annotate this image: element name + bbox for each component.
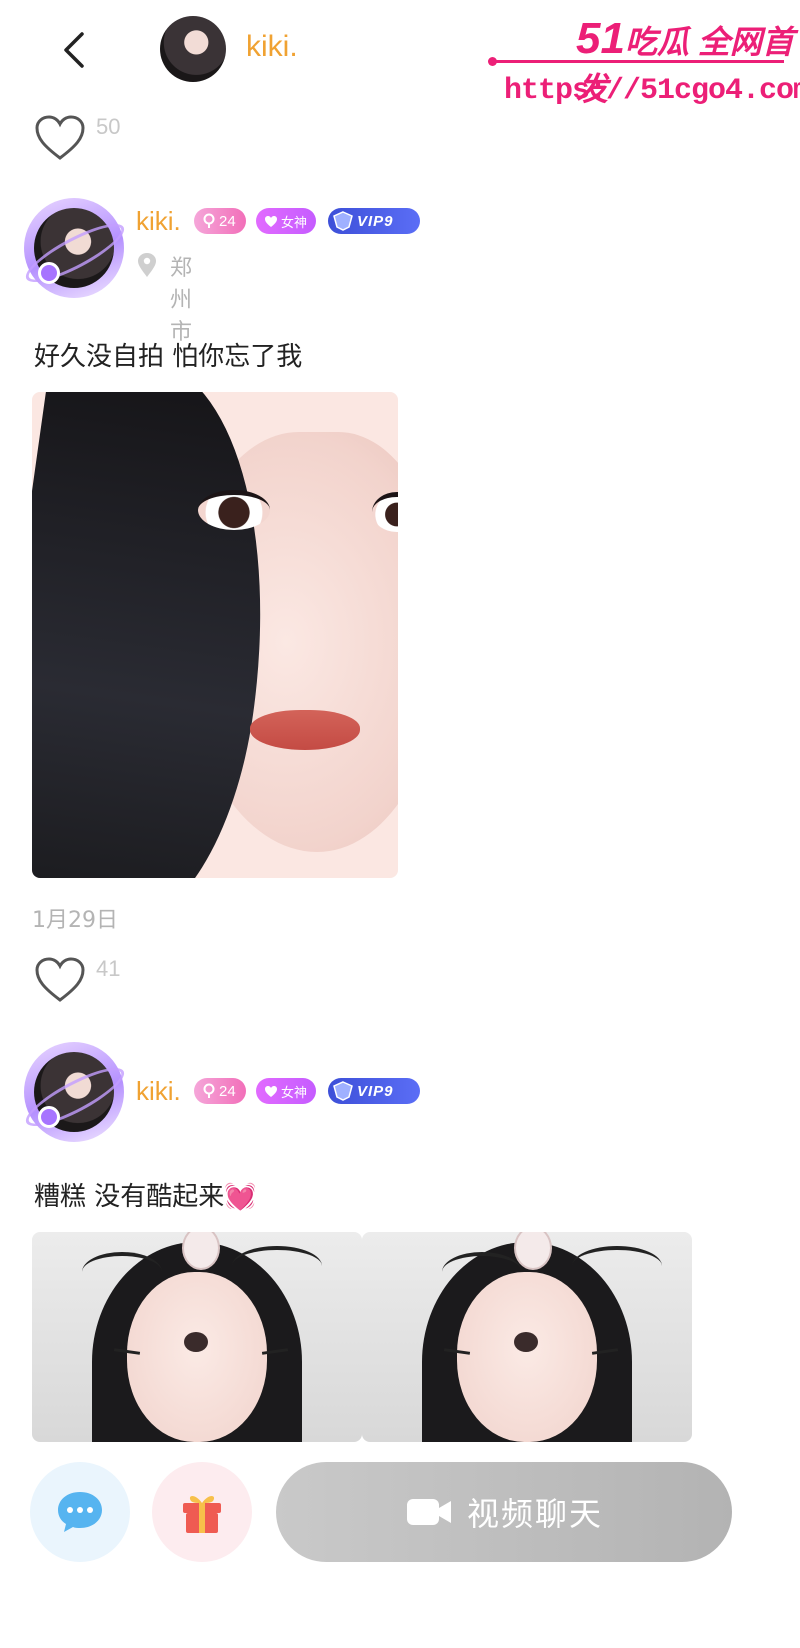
female-icon xyxy=(203,213,215,228)
age-value: 24 xyxy=(219,212,236,230)
post-header: kiki. 24 女神 VIP9 郑州市 xyxy=(0,194,800,345)
photo-eye xyxy=(198,490,270,530)
heart-badge-icon xyxy=(265,1085,277,1097)
heart-badge-icon xyxy=(265,215,277,227)
location-pin-icon xyxy=(138,253,156,277)
post-header: kiki. 24 女神 VIP9 xyxy=(0,1038,800,1148)
sticker-doodle xyxy=(232,1246,322,1286)
header-username[interactable]: kiki. xyxy=(246,30,298,64)
heart-icon[interactable] xyxy=(34,114,86,162)
header-avatar[interactable] xyxy=(160,16,226,82)
avatar-planet xyxy=(38,262,60,284)
heart-icon[interactable] xyxy=(34,956,86,1004)
sticker-nose xyxy=(514,1332,538,1352)
female-icon xyxy=(203,1083,215,1098)
vip-badge: VIP9 xyxy=(328,1078,420,1104)
sticker-doodle xyxy=(572,1246,662,1286)
photo-face xyxy=(457,1272,597,1442)
location-city: 郑州市 xyxy=(170,256,193,345)
sticker-nose xyxy=(184,1332,208,1352)
post-photo[interactable] xyxy=(32,392,398,878)
like-count: 50 xyxy=(96,114,121,139)
sticker-doodle xyxy=(82,1252,162,1292)
photo-face xyxy=(127,1272,267,1442)
vip-badge: VIP9 xyxy=(328,208,420,234)
author-name[interactable]: kiki. xyxy=(136,206,181,237)
age-badge: 24 xyxy=(194,208,246,234)
avatar[interactable] xyxy=(19,194,131,304)
like-count: 41 xyxy=(96,956,121,981)
gift-icon xyxy=(183,1496,221,1533)
watermark-number: 51 xyxy=(576,14,625,63)
back-button[interactable] xyxy=(56,28,96,72)
watermark-url: https://51cgo4.com xyxy=(504,74,800,108)
vip-label: VIP9 xyxy=(357,1082,394,1100)
author-name[interactable]: kiki. xyxy=(136,1076,181,1107)
chat-button[interactable] xyxy=(30,1462,130,1562)
vip-label: VIP9 xyxy=(357,212,394,230)
video-chat-button[interactable]: 视频聊天 xyxy=(276,1462,732,1562)
goddess-badge: 女神 xyxy=(256,208,316,234)
photo-lips xyxy=(250,710,360,750)
sticker-doodle xyxy=(442,1252,522,1292)
goddess-label: 女神 xyxy=(281,1084,308,1100)
post-photo[interactable] xyxy=(362,1232,692,1442)
post-photo[interactable] xyxy=(32,1232,362,1442)
avatar-planet xyxy=(38,1106,60,1128)
video-chat-label: 视频聊天 xyxy=(466,1495,603,1533)
vip-shield-icon xyxy=(333,211,353,231)
video-camera-icon xyxy=(406,1499,451,1525)
vip-shield-icon xyxy=(333,1081,353,1101)
gift-button[interactable] xyxy=(152,1462,252,1562)
goddess-badge: 女神 xyxy=(256,1078,316,1104)
chat-bubble-icon xyxy=(58,1492,102,1532)
post-text: 好久没自拍 怕你忘了我 xyxy=(34,342,303,372)
avatar[interactable] xyxy=(19,1038,131,1148)
chevron-left-icon xyxy=(64,32,84,68)
goddess-label: 女神 xyxy=(281,214,308,230)
post-text: 糟糕 没有酷起来💓 xyxy=(34,1182,257,1212)
age-badge: 24 xyxy=(194,1078,246,1104)
post-date: 1月29日 xyxy=(32,908,118,933)
age-value: 24 xyxy=(219,1082,236,1100)
watermark-line xyxy=(494,60,784,63)
